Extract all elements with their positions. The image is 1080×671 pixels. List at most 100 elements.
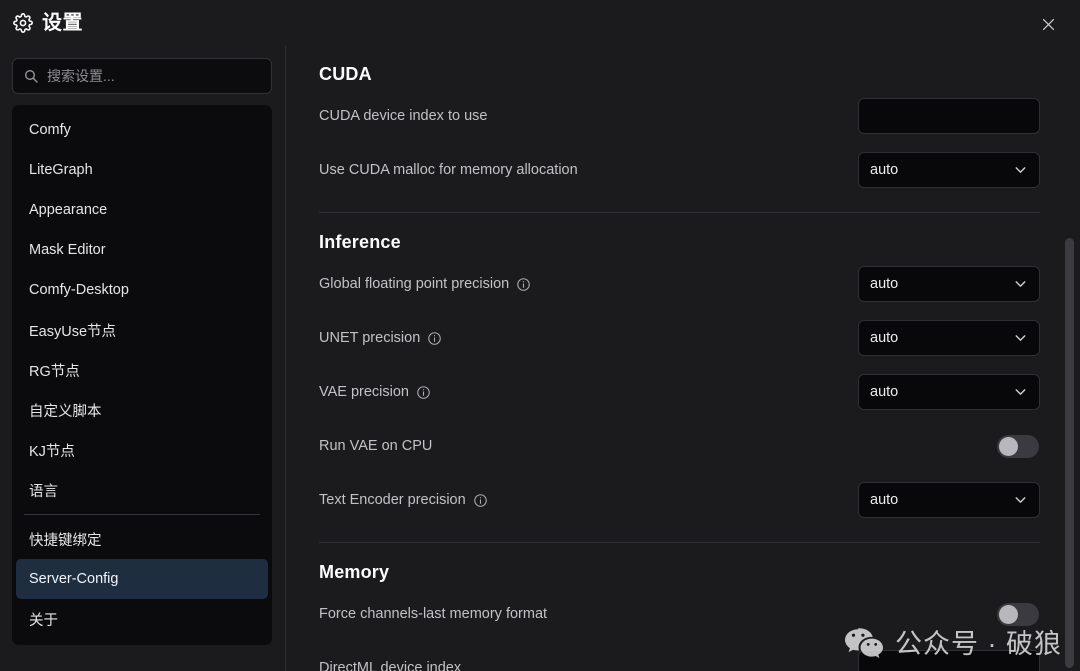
settings-sections: CUDA CUDA device index to use Use CUDA mal… (286, 46, 1080, 671)
sidebar-item-comfy-desktop[interactable]: Comfy-Desktop (16, 270, 268, 310)
setting-label-group: Run VAE on CPU (319, 439, 432, 454)
setting-label-group: Text Encoder precision (319, 493, 488, 508)
setting-row: DirectML device index (319, 641, 1040, 671)
setting-label: Run VAE on CPU (319, 437, 433, 454)
settings-section: Memory Force channels-last memory format D… (319, 542, 1040, 671)
dropdown-select[interactable]: auto (858, 152, 1040, 188)
setting-label: UNET precision (319, 329, 421, 346)
toggle-switch[interactable] (997, 602, 1039, 626)
sidebar-item-comfy[interactable]: Comfy (16, 110, 268, 150)
section-divider (319, 542, 1040, 543)
setting-control: auto (858, 152, 1040, 188)
dropdown-select[interactable]: auto (858, 266, 1040, 302)
toggle-knob (999, 604, 1018, 624)
page-title: 设置 (42, 12, 83, 34)
setting-label: Use CUDA malloc for memory allocation (319, 161, 578, 178)
setting-row: Global floating point precision auto (319, 257, 1040, 311)
dropdown-value: auto (870, 329, 899, 346)
dropdown-value: auto (870, 275, 899, 292)
setting-control (858, 98, 1040, 134)
text-input[interactable] (858, 650, 1040, 671)
toggle-switch[interactable] (997, 434, 1039, 458)
sidebar-item-label: EasyUse节点 (29, 323, 117, 340)
setting-label: DirectML device index (319, 659, 462, 671)
dialog-header: 设置 (0, 0, 1080, 46)
text-input[interactable] (858, 98, 1040, 134)
setting-control (997, 602, 1040, 626)
gear-icon (13, 13, 33, 33)
setting-row: Use CUDA malloc for memory allocation aut… (319, 143, 1040, 197)
setting-label: VAE precision (319, 383, 409, 400)
dropdown-select[interactable]: auto (858, 482, 1040, 518)
setting-control: auto (858, 320, 1040, 356)
close-icon (1040, 16, 1057, 33)
info-icon[interactable] (516, 277, 531, 292)
sidebar-item-rg节点[interactable]: RG节点 (16, 350, 268, 390)
sidebar-item-label: Server-Config (29, 571, 119, 587)
sidebar-item-关于[interactable]: 关于 (16, 599, 268, 639)
dropdown-value: auto (870, 383, 899, 400)
setting-label-group: Force channels-last memory format (319, 607, 547, 622)
dropdown-select[interactable]: auto (858, 374, 1040, 410)
sidebar-divider (24, 514, 260, 515)
sidebar-item-语言[interactable]: 语言 (16, 470, 268, 510)
content-scrollbar-track[interactable] (1065, 238, 1074, 671)
setting-label-group: Global floating point precision (319, 277, 531, 292)
info-icon[interactable] (427, 331, 442, 346)
content-scrollbar-thumb[interactable] (1065, 238, 1074, 668)
sidebar-item-label: LiteGraph (29, 162, 93, 178)
sidebar-item-label: 快捷键绑定 (29, 532, 102, 549)
section-divider (319, 212, 1040, 213)
sidebar-item-自定义脚本[interactable]: 自定义脚本 (16, 390, 268, 430)
setting-row: Run VAE on CPU (319, 419, 1040, 473)
setting-label: Global floating point precision (319, 275, 510, 292)
setting-label: Text Encoder precision (319, 491, 466, 508)
sidebar-item-label: Comfy-Desktop (29, 282, 129, 298)
sidebar-item-label: KJ节点 (29, 443, 75, 460)
sidebar-item-litegraph[interactable]: LiteGraph (16, 150, 268, 190)
info-icon[interactable] (416, 385, 431, 400)
settings-section: CUDA CUDA device index to use Use CUDA mal… (319, 64, 1040, 197)
settings-content-panel: CUDA CUDA device index to use Use CUDA mal… (286, 46, 1080, 671)
sidebar-item-label: Appearance (29, 202, 108, 218)
sidebar-item-kj节点[interactable]: KJ节点 (16, 430, 268, 470)
setting-label-group: UNET precision (319, 331, 442, 346)
settings-section: Inference Global floating point precision… (319, 212, 1040, 527)
sidebar-item-label: 自定义脚本 (29, 403, 102, 420)
setting-label-group: CUDA device index to use (319, 109, 487, 124)
chevron-down-icon (1012, 384, 1029, 401)
sidebar-item-label: 关于 (29, 612, 58, 629)
setting-row: Force channels-last memory format (319, 587, 1040, 641)
sidebar-item-快捷键绑定[interactable]: 快捷键绑定 (16, 519, 268, 559)
settings-category-list: Comfy LiteGraph Appearance Mask Editor Comfy… (12, 105, 272, 645)
setting-row: UNET precision auto (319, 311, 1040, 365)
sidebar-item-mask-editor[interactable]: Mask Editor (16, 230, 268, 270)
sidebar-item-appearance[interactable]: Appearance (16, 190, 268, 230)
section-title: Memory (319, 562, 390, 582)
setting-control (997, 434, 1040, 458)
setting-label: CUDA device index to use (319, 107, 488, 124)
setting-control (858, 650, 1040, 671)
close-button[interactable] (1032, 8, 1064, 40)
setting-row: CUDA device index to use (319, 89, 1040, 143)
setting-row: Text Encoder precision auto (319, 473, 1040, 527)
dropdown-value: auto (870, 491, 899, 508)
setting-control: auto (858, 374, 1040, 410)
info-icon[interactable] (473, 493, 488, 508)
sidebar-item-label: RG节点 (29, 363, 80, 380)
sidebar-item-server-config[interactable]: Server-Config (16, 559, 268, 599)
dropdown-select[interactable]: auto (858, 320, 1040, 356)
setting-label-group: VAE precision (319, 385, 431, 400)
dropdown-value: auto (870, 161, 899, 178)
sidebar-item-easyuse节点[interactable]: EasyUse节点 (16, 310, 268, 350)
sidebar-item-label: Comfy (29, 122, 71, 138)
setting-label-group: DirectML device index (319, 661, 461, 671)
settings-dialog: 设置 ComfyLiteGra (0, 0, 1080, 671)
settings-sidebar: Comfy LiteGraph Appearance Mask Editor Comfy… (0, 46, 286, 671)
dialog-body: Comfy LiteGraph Appearance Mask Editor Comfy… (0, 46, 1080, 671)
setting-control: auto (858, 482, 1040, 518)
sidebar-item-label: 语言 (29, 483, 58, 500)
search-input[interactable] (12, 58, 272, 94)
section-title: Inference (319, 232, 401, 252)
chevron-down-icon (1012, 330, 1029, 347)
